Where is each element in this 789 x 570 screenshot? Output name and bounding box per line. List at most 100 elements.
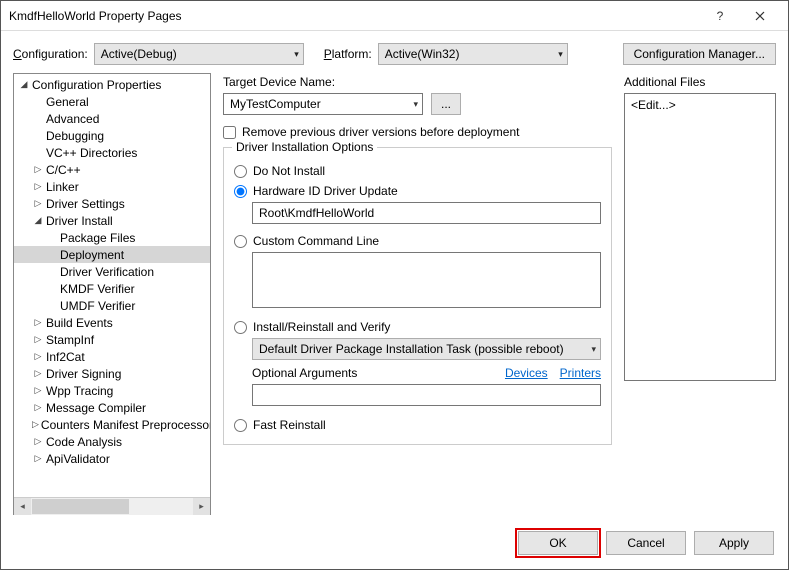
custom-cmd-input[interactable]: [252, 252, 601, 308]
tree-item-label: Build Events: [44, 316, 206, 330]
platform-combo[interactable]: Active(Win32) ▾: [378, 43, 568, 65]
tree-item-label: Debugging: [44, 129, 206, 143]
custom-cmd-label: Custom Command Line: [253, 234, 379, 248]
browse-button[interactable]: ...: [431, 93, 461, 115]
tree-item[interactable]: Advanced: [14, 110, 210, 127]
tree-item-label: Code Analysis: [44, 435, 206, 449]
configuration-combo[interactable]: Active(Debug) ▾: [94, 43, 304, 65]
tree-item[interactable]: ▷Counters Manifest Preprocessor: [14, 416, 210, 433]
chevron-down-icon: ▾: [290, 49, 299, 60]
radio-custom-cmd[interactable]: [234, 235, 247, 248]
tree-item-label: Driver Settings: [44, 197, 206, 211]
collapsed-icon[interactable]: ▷: [32, 334, 44, 345]
tree-item[interactable]: ◢Configuration Properties: [14, 76, 210, 93]
tree-item[interactable]: VC++ Directories: [14, 144, 210, 161]
tree-item-label: Advanced: [44, 112, 206, 126]
tree-item-label: Inf2Cat: [44, 350, 206, 364]
scroll-left-icon[interactable]: ◂: [14, 498, 31, 515]
additional-files-label: Additional Files: [624, 75, 776, 89]
tree-item[interactable]: ▷Build Events: [14, 314, 210, 331]
tree-item-label: Driver Signing: [44, 367, 206, 381]
tree-item[interactable]: ▷Linker: [14, 178, 210, 195]
collapsed-icon[interactable]: ▷: [32, 181, 44, 192]
configuration-value: Active(Debug): [101, 47, 290, 61]
tree-item[interactable]: ◢Driver Install: [14, 212, 210, 229]
cancel-button[interactable]: Cancel: [606, 531, 686, 555]
do-not-install-label: Do Not Install: [253, 164, 325, 178]
tree-item[interactable]: ▷Inf2Cat: [14, 348, 210, 365]
tree-item[interactable]: ▷Driver Signing: [14, 365, 210, 382]
collapsed-icon[interactable]: ▷: [32, 385, 44, 396]
collapsed-icon[interactable]: ▷: [32, 368, 44, 379]
collapsed-icon[interactable]: ▷: [32, 164, 44, 175]
install-verify-label: Install/Reinstall and Verify: [253, 320, 390, 334]
tree-item[interactable]: ▷Code Analysis: [14, 433, 210, 450]
scroll-right-icon[interactable]: ▸: [193, 498, 210, 515]
tree-hscrollbar[interactable]: ◂ ▸: [14, 497, 210, 514]
tree-item-label: Driver Install: [44, 214, 206, 228]
tree-item-label: KMDF Verifier: [58, 282, 206, 296]
chevron-down-icon: ▾: [554, 49, 563, 60]
radio-fast-reinstall[interactable]: [234, 419, 247, 432]
collapsed-icon[interactable]: ▷: [32, 317, 44, 328]
collapsed-icon[interactable]: ▷: [32, 402, 44, 413]
scroll-thumb[interactable]: [32, 499, 129, 514]
remove-previous-checkbox[interactable]: [223, 126, 236, 139]
radio-do-not-install[interactable]: [234, 165, 247, 178]
collapsed-icon[interactable]: ▷: [32, 453, 44, 464]
tree-item[interactable]: General: [14, 93, 210, 110]
collapsed-icon[interactable]: ▷: [32, 198, 44, 209]
expanded-icon[interactable]: ◢: [18, 79, 30, 90]
close-button[interactable]: [740, 2, 780, 30]
tree-item[interactable]: UMDF Verifier: [14, 297, 210, 314]
tree-item-label: VC++ Directories: [44, 146, 206, 160]
help-button[interactable]: ?: [700, 2, 740, 30]
tree-item[interactable]: ▷Wpp Tracing: [14, 382, 210, 399]
tree-item[interactable]: Deployment: [14, 246, 210, 263]
expanded-icon[interactable]: ◢: [32, 215, 44, 226]
target-device-value: MyTestComputer: [230, 97, 413, 111]
hardware-id-input[interactable]: [252, 202, 601, 224]
target-device-combo[interactable]: MyTestComputer ▾: [223, 93, 423, 115]
tree-item[interactable]: Package Files: [14, 229, 210, 246]
nav-tree[interactable]: ◢Configuration PropertiesGeneralAdvanced…: [14, 74, 210, 497]
tree-item-label: Wpp Tracing: [44, 384, 206, 398]
additional-files-box[interactable]: <Edit...>: [624, 93, 776, 381]
tree-item-label: Deployment: [58, 248, 206, 262]
tree-item[interactable]: Driver Verification: [14, 263, 210, 280]
optional-args-label: Optional Arguments: [252, 366, 357, 380]
collapsed-icon[interactable]: ▷: [32, 351, 44, 362]
radio-install-verify[interactable]: [234, 321, 247, 334]
tree-item-label: General: [44, 95, 206, 109]
ok-button[interactable]: OK: [518, 531, 598, 555]
tree-item[interactable]: ▷Driver Settings: [14, 195, 210, 212]
collapsed-icon[interactable]: ▷: [32, 436, 44, 447]
install-task-combo[interactable]: Default Driver Package Installation Task…: [252, 338, 601, 360]
tree-item[interactable]: ▷C/C++: [14, 161, 210, 178]
tree-item[interactable]: Debugging: [14, 127, 210, 144]
optional-args-input[interactable]: [252, 384, 601, 406]
tree-item-label: UMDF Verifier: [58, 299, 206, 313]
driver-install-options-legend: Driver Installation Options: [232, 140, 377, 154]
tree-item-label: ApiValidator: [44, 452, 206, 466]
chevron-down-icon: ▾: [413, 99, 418, 110]
configuration-label: Configuration:: [13, 47, 88, 61]
install-task-value: Default Driver Package Installation Task…: [259, 342, 591, 356]
collapsed-icon[interactable]: ▷: [32, 419, 39, 430]
apply-button[interactable]: Apply: [694, 531, 774, 555]
devices-link[interactable]: Devices: [505, 366, 548, 380]
tree-item[interactable]: ▷ApiValidator: [14, 450, 210, 467]
tree-item[interactable]: ▷Message Compiler: [14, 399, 210, 416]
hardware-id-label: Hardware ID Driver Update: [253, 184, 398, 198]
chevron-down-icon: ▾: [591, 344, 596, 355]
tree-item-label: C/C++: [44, 163, 206, 177]
tree-item-label: Configuration Properties: [30, 78, 206, 92]
tree-item[interactable]: KMDF Verifier: [14, 280, 210, 297]
tree-item[interactable]: ▷StampInf: [14, 331, 210, 348]
tree-item-label: StampInf: [44, 333, 206, 347]
tree-item-label: Package Files: [58, 231, 206, 245]
printers-link[interactable]: Printers: [560, 366, 601, 380]
tree-item-label: Driver Verification: [58, 265, 206, 279]
configuration-manager-button[interactable]: Configuration Manager...: [623, 43, 776, 65]
radio-hardware-id[interactable]: [234, 185, 247, 198]
